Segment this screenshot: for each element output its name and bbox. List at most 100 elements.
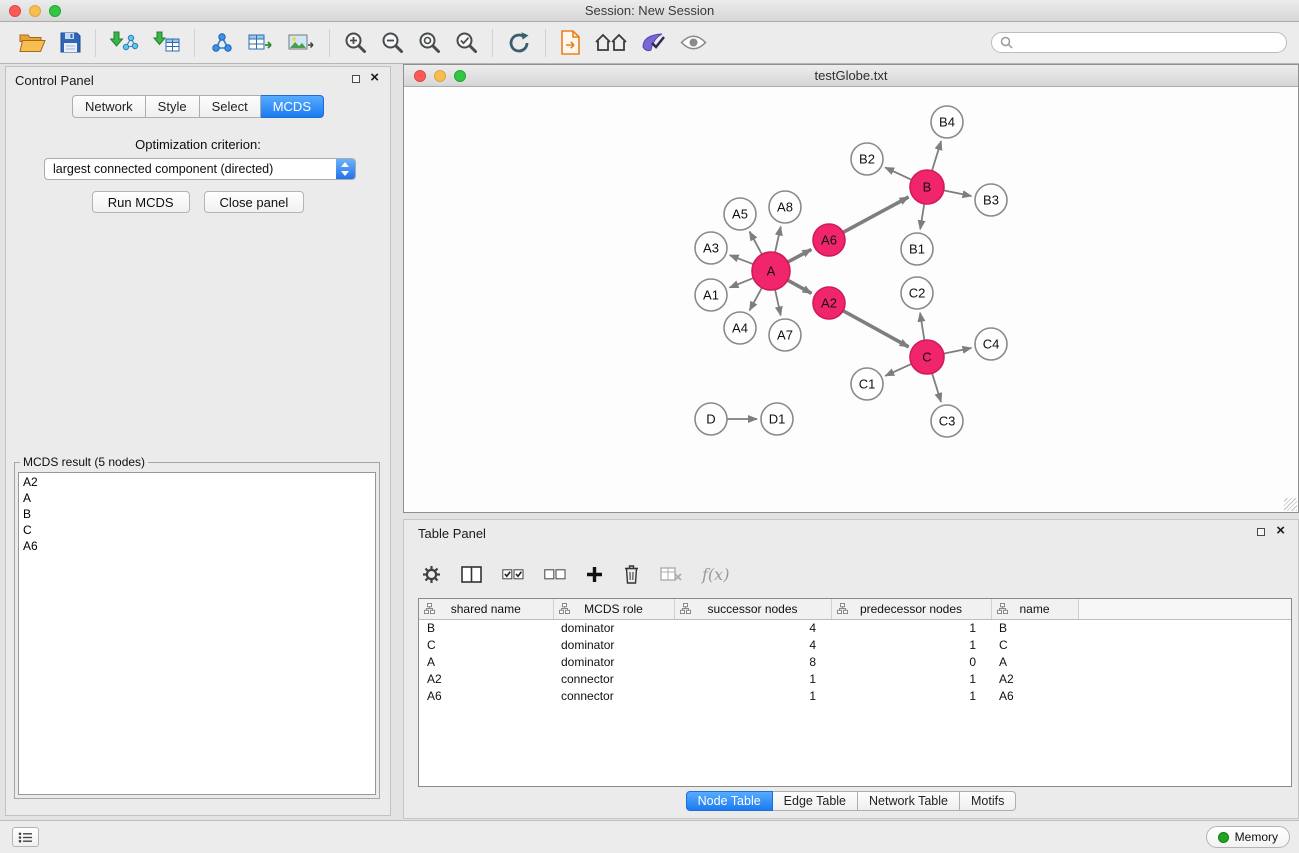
tab-select[interactable]: Select — [200, 95, 261, 118]
network-node-C3[interactable]: C3 — [931, 405, 963, 437]
network-edge-A-A6[interactable] — [788, 249, 812, 262]
tab-mcds[interactable]: MCDS — [261, 95, 324, 118]
resize-grip[interactable] — [1284, 498, 1297, 511]
tab-motifs[interactable]: Motifs — [960, 791, 1016, 811]
network-edge-A-A2[interactable] — [788, 280, 812, 293]
minimize-window-button[interactable] — [29, 5, 41, 17]
zoom-in-button[interactable] — [337, 29, 374, 56]
open-session-button[interactable] — [12, 30, 53, 55]
mcds-result-item[interactable]: B — [23, 506, 371, 522]
network-node-A8[interactable]: A8 — [769, 191, 801, 223]
tab-network-table[interactable]: Network Table — [858, 791, 960, 811]
network-node-C[interactable]: C — [910, 340, 944, 374]
network-node-D1[interactable]: D1 — [761, 403, 793, 435]
table-row[interactable]: A6connector11A6 — [419, 687, 1291, 704]
table-row[interactable]: Cdominator41C — [419, 636, 1291, 653]
network-edge-A-A8[interactable] — [775, 227, 781, 253]
annotation-check-button[interactable] — [634, 29, 673, 56]
close-window-button[interactable] — [9, 5, 21, 17]
task-history-button[interactable] — [12, 827, 39, 847]
column-header-predecessor-nodes[interactable]: predecessor nodes — [831, 599, 991, 619]
network-node-B[interactable]: B — [910, 170, 944, 204]
import-network-button[interactable] — [103, 29, 146, 56]
network-edge-A-A1[interactable] — [730, 278, 754, 288]
zoom-out-button[interactable] — [374, 29, 411, 56]
network-node-B4[interactable]: B4 — [931, 106, 963, 138]
float-panel-icon[interactable] — [352, 75, 360, 83]
first-neighbors-button[interactable] — [588, 30, 634, 56]
mcds-result-item[interactable]: A6 — [23, 538, 371, 554]
network-node-A6[interactable]: A6 — [813, 224, 845, 256]
mcds-result-item[interactable]: A2 — [23, 474, 371, 490]
minimize-view-button[interactable] — [434, 70, 446, 82]
network-edge-B-B3[interactable] — [944, 190, 972, 196]
memory-button[interactable]: Memory — [1206, 826, 1290, 848]
network-edge-C-C2[interactable] — [920, 313, 924, 340]
network-node-D[interactable]: D — [695, 403, 727, 435]
save-session-button[interactable] — [53, 30, 88, 55]
network-node-A4[interactable]: A4 — [724, 312, 756, 344]
network-edge-B-B4[interactable] — [932, 141, 941, 171]
network-node-A7[interactable]: A7 — [769, 319, 801, 351]
close-view-button[interactable] — [414, 70, 426, 82]
run-mcds-button[interactable]: Run MCDS — [92, 191, 190, 213]
network-node-B3[interactable]: B3 — [975, 184, 1007, 216]
network-edge-C-C3[interactable] — [932, 373, 941, 402]
zoom-fit-button[interactable] — [411, 29, 448, 56]
network-node-A5[interactable]: A5 — [724, 198, 756, 230]
maximize-window-button[interactable] — [49, 5, 61, 17]
search-input[interactable] — [1018, 36, 1278, 50]
zoom-selected-button[interactable] — [448, 29, 485, 56]
network-edge-C-C4[interactable] — [944, 348, 972, 354]
network-node-A2[interactable]: A2 — [813, 287, 845, 319]
show-hide-button[interactable] — [673, 32, 714, 53]
float-table-panel-icon[interactable] — [1257, 528, 1265, 536]
table-row[interactable]: Bdominator41B — [419, 619, 1291, 636]
network-node-B1[interactable]: B1 — [901, 233, 933, 265]
open-file-button[interactable] — [553, 28, 588, 57]
network-node-B2[interactable]: B2 — [851, 143, 883, 175]
mcds-result-item[interactable]: C — [23, 522, 371, 538]
network-edge-A-A7[interactable] — [775, 290, 781, 316]
unselect-all-button[interactable] — [544, 567, 566, 582]
table-settings-button[interactable] — [422, 565, 441, 584]
new-network-button[interactable] — [202, 30, 241, 56]
network-node-A3[interactable]: A3 — [695, 232, 727, 264]
network-edge-A2-C[interactable] — [843, 311, 909, 347]
network-canvas[interactable]: B4 B2 B B3 A8 A5 A6 A3 B1 A A1 C2 A2 A4 A7 C4 C C1 C3 D D1 — [404, 88, 1298, 512]
mcds-result-item[interactable]: A — [23, 490, 371, 506]
network-edge-B-B2[interactable] — [885, 167, 911, 179]
tab-edge-table[interactable]: Edge Table — [773, 791, 858, 811]
refresh-button[interactable] — [500, 29, 538, 57]
network-edge-A-A3[interactable] — [730, 255, 754, 264]
network-edge-B-B1[interactable] — [920, 204, 924, 229]
network-node-C1[interactable]: C1 — [851, 368, 883, 400]
tab-network[interactable]: Network — [72, 95, 146, 118]
tab-node-table[interactable]: Node Table — [686, 791, 773, 811]
table-row[interactable]: Adominator80A — [419, 653, 1291, 670]
function-builder-button[interactable]: f(x) — [702, 565, 729, 584]
network-node-C4[interactable]: C4 — [975, 328, 1007, 360]
column-header-shared-name[interactable]: shared name — [419, 599, 553, 619]
close-panel-icon[interactable]: × — [370, 70, 379, 85]
mcds-result-list[interactable]: A2ABCA6 — [18, 472, 376, 795]
network-edge-A-A5[interactable] — [750, 232, 762, 255]
network-node-A[interactable]: A — [752, 252, 790, 290]
import-table-button[interactable] — [146, 29, 187, 56]
network-edge-A6-B[interactable] — [843, 197, 908, 232]
column-header-name[interactable]: name — [991, 599, 1078, 619]
network-node-A1[interactable]: A1 — [695, 279, 727, 311]
delete-table-button[interactable] — [660, 566, 682, 582]
optimization-select[interactable]: largest connected component (directed) — [44, 158, 356, 180]
export-table-button[interactable] — [241, 30, 281, 56]
close-panel-button[interactable]: Close panel — [204, 191, 305, 213]
network-node-C2[interactable]: C2 — [901, 277, 933, 309]
add-column-button[interactable] — [586, 566, 603, 583]
close-table-panel-icon[interactable]: × — [1276, 523, 1285, 538]
table-row[interactable]: A2connector11A2 — [419, 670, 1291, 687]
show-columns-button[interactable] — [461, 566, 482, 583]
column-header-successor-nodes[interactable]: successor nodes — [674, 599, 831, 619]
select-all-button[interactable] — [502, 567, 524, 582]
network-edge-C-C1[interactable] — [885, 364, 911, 376]
tab-style[interactable]: Style — [146, 95, 200, 118]
